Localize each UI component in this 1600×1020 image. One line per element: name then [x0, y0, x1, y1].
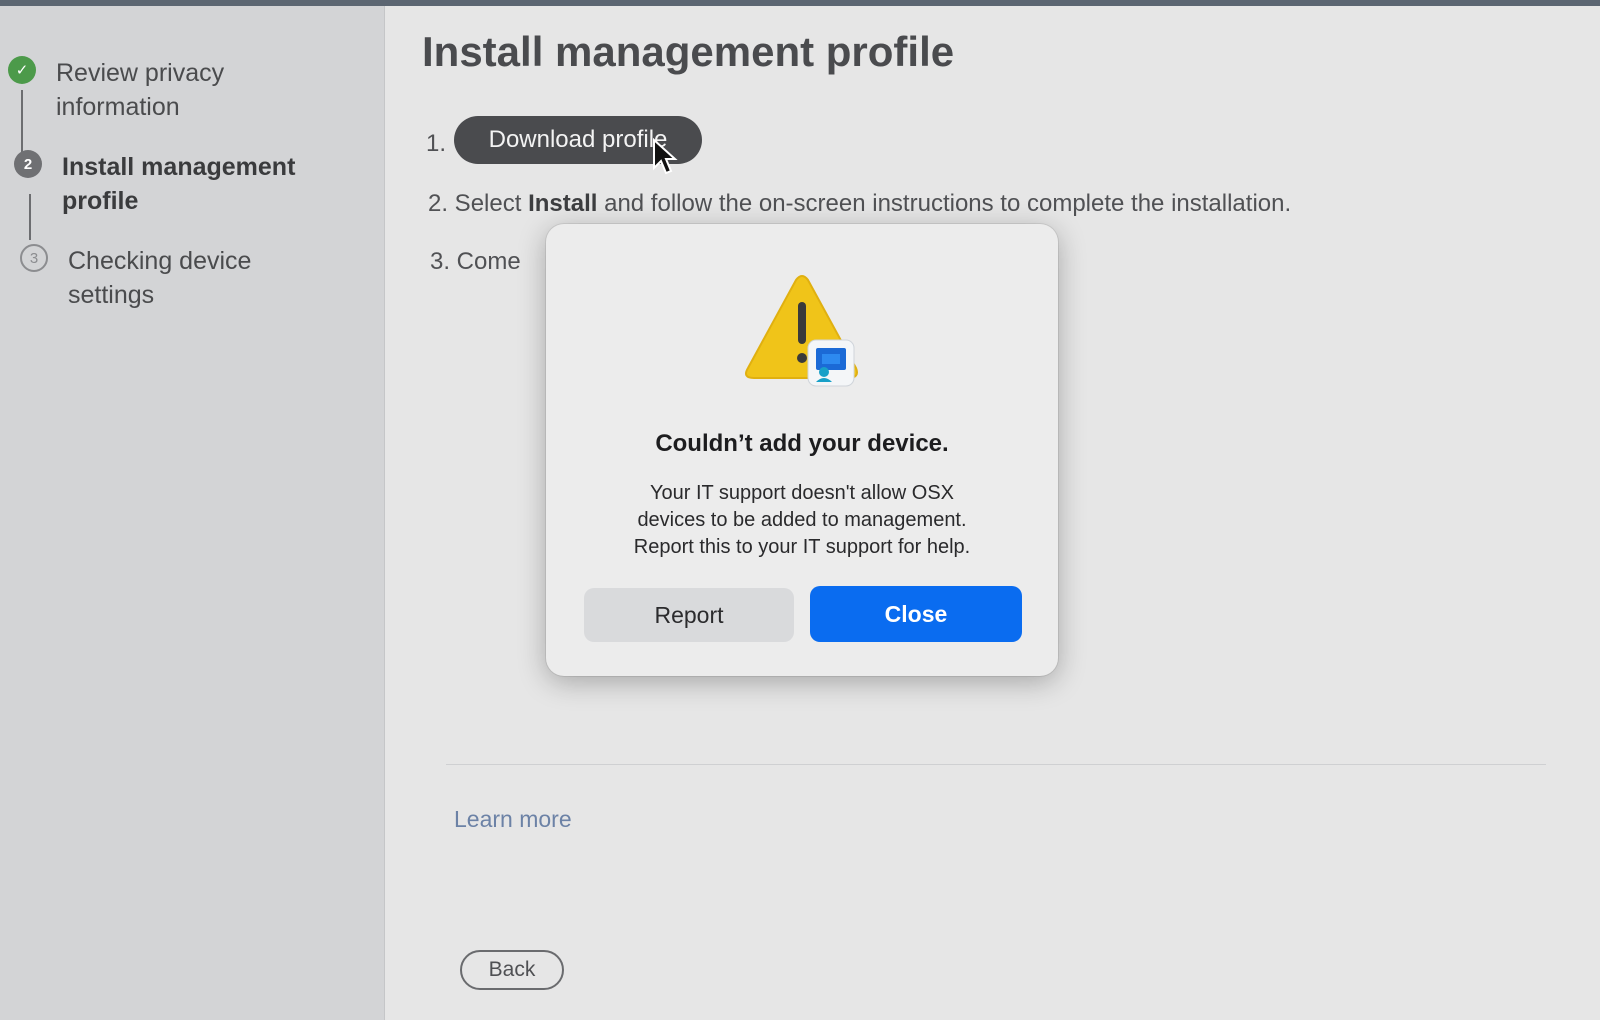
divider: [446, 764, 1546, 765]
report-button[interactable]: Report: [584, 588, 794, 642]
step-number-icon: 2: [14, 150, 42, 178]
dialog-title: Couldn’t add your device.: [655, 430, 949, 457]
sidebar: ✓ Review privacy information 2 Install m…: [0, 6, 385, 1020]
step2-instruction: 2. Select Install and follow the on-scre…: [428, 190, 1292, 217]
dialog-message: Your IT support doesn't allow OSX device…: [633, 482, 971, 558]
sidebar-step-label: Review privacy information: [56, 59, 225, 121]
sidebar-step-checking-device: 3 Checking device settings: [20, 244, 251, 312]
close-button[interactable]: Close: [810, 586, 1022, 642]
alert-dialog: Couldn’t add your device. Your IT suppor…: [546, 224, 1058, 676]
app-window: ✓ Review privacy information 2 Install m…: [0, 0, 1600, 1020]
back-button[interactable]: Back: [460, 950, 564, 990]
warning-device-icon: [745, 275, 858, 387]
sidebar-step-review-privacy: ✓ Review privacy information: [8, 56, 224, 124]
mouse-pointer-icon: [653, 138, 678, 175]
checkmark-icon: ✓: [8, 56, 36, 84]
step3-instruction: 3. Come: [430, 248, 521, 275]
page-title: Install management profile: [422, 28, 955, 75]
step-number-icon: 3: [20, 244, 48, 272]
sidebar-step-label: Install management profile: [62, 153, 296, 215]
learn-more-link[interactable]: Learn more: [454, 806, 572, 833]
sidebar-step-install-profile: 2 Install management profile: [14, 150, 295, 218]
sidebar-step-label: Checking device settings: [68, 247, 252, 309]
step1-number: 1.: [426, 130, 447, 157]
